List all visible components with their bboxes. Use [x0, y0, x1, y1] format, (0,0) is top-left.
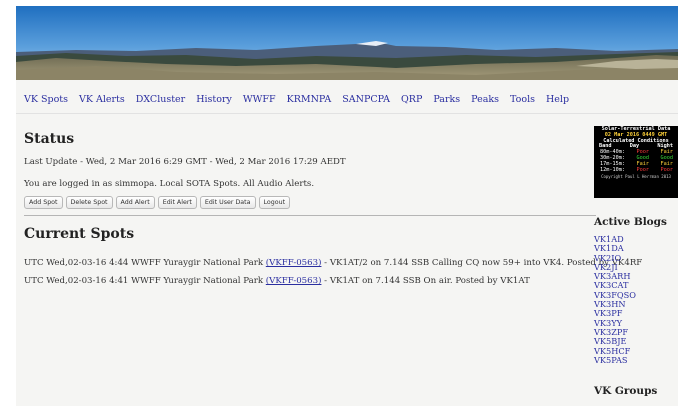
night-condition: Poor	[660, 166, 674, 173]
login-status-text: You are logged in as simmopa. Local SOTA…	[24, 179, 315, 189]
main-nav: VK Spots VK Alerts DXCluster History WWF…	[16, 86, 678, 114]
status-heading: Status	[24, 131, 75, 147]
nav-vk-alerts[interactable]: VK Alerts	[79, 94, 125, 105]
solar-terrestrial-widget[interactable]: Solar-Terrestrial Data 02 Mar 2016 0449 …	[594, 126, 678, 198]
page: VK Spots VK Alerts DXCluster History WWF…	[16, 6, 678, 406]
nav-qrp[interactable]: QRP	[401, 94, 422, 105]
add-spot-button[interactable]: Add Spot	[24, 196, 63, 209]
band-label: 12m-10m:	[600, 166, 625, 173]
nav-history[interactable]: History	[196, 94, 232, 105]
spot-row: UTC Wed,02-03-16 4:44 WWFF Yuraygir Nati…	[24, 258, 642, 268]
nav-vk-spots[interactable]: VK Spots	[24, 94, 68, 105]
spot-details: - VK1AT on 7.144 SSB On air. Posted by V…	[321, 276, 530, 286]
nav-krmnpa[interactable]: KRMNPA	[287, 94, 332, 105]
park-reference-link[interactable]: (VKFF-0563)	[266, 276, 322, 286]
add-alert-button[interactable]: Add Alert	[115, 196, 155, 209]
solar-row: 12m-10m: Poor Poor	[596, 166, 676, 174]
current-spots-heading: Current Spots	[24, 226, 135, 242]
spot-text: UTC Wed,02-03-16 4:44 WWFF Yuraygir Nati…	[24, 258, 266, 268]
active-blogs-list: VK1AD VK1DA VK2IO VK2JI VK3ARH VK3CAT VK…	[594, 234, 636, 365]
vk-groups-heading: VK Groups	[594, 385, 658, 397]
active-blogs-heading: Active Blogs	[594, 216, 667, 228]
edit-alert-button[interactable]: Edit Alert	[157, 196, 197, 209]
nav-tools[interactable]: Tools	[510, 94, 535, 105]
action-buttons: Add Spot Delete Spot Add Alert Edit Aler…	[24, 196, 291, 209]
day-condition: Poor	[636, 166, 650, 173]
blog-link[interactable]: VK5PAS	[594, 355, 636, 365]
spot-row: UTC Wed,02-03-16 4:41 WWFF Yuraygir Nati…	[24, 276, 530, 286]
section-divider	[24, 215, 596, 216]
edit-user-data-button[interactable]: Edit User Data	[199, 196, 256, 209]
nav-dxcluster[interactable]: DXCluster	[136, 94, 186, 105]
nav-help[interactable]: Help	[546, 94, 569, 105]
solar-copyright: Copyright Paul L Herrman 2013	[601, 174, 671, 180]
header-banner-image	[16, 6, 678, 80]
logout-button[interactable]: Logout	[258, 196, 291, 209]
spot-text: UTC Wed,02-03-16 4:41 WWFF Yuraygir Nati…	[24, 276, 266, 286]
park-reference-link[interactable]: (VKFF-0563)	[266, 258, 322, 268]
nav-parks[interactable]: Parks	[433, 94, 460, 105]
last-update-text: Last Update - Wed, 2 Mar 2016 6:29 GMT -…	[24, 157, 346, 167]
nav-peaks[interactable]: Peaks	[471, 94, 499, 105]
nav-wwff[interactable]: WWFF	[243, 94, 276, 105]
nav-sanpcpa[interactable]: SANPCPA	[342, 94, 390, 105]
delete-spot-button[interactable]: Delete Spot	[65, 196, 113, 209]
